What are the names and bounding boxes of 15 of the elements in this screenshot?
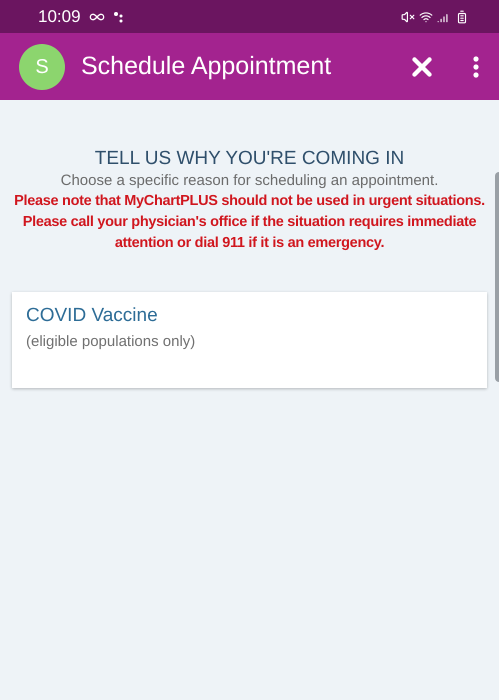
more-icon bbox=[473, 56, 479, 78]
screen-title: Schedule Appointment bbox=[81, 50, 332, 82]
status-time: 10:09 bbox=[38, 6, 81, 28]
warning-text: Please note that MyChartPLUS should not be used in urgent situations. Please call your physician's office if the situation requires immediate attention or dial 911 if it is an emergency. bbox=[13, 192, 486, 253]
section-heading: TELL US WHY YOU'RE COMING IN bbox=[94, 147, 404, 171]
dots-icon bbox=[112, 10, 123, 22]
more-button[interactable] bbox=[473, 56, 479, 78]
reason-title: COVID Vaccine bbox=[26, 304, 158, 328]
mute-icon bbox=[401, 10, 415, 24]
reason-card[interactable]: COVID Vaccine (eligible populations only) bbox=[12, 292, 487, 388]
scrollbar[interactable] bbox=[495, 172, 499, 382]
reason-subtitle: (eligible populations only) bbox=[26, 332, 196, 352]
instruction-text: Choose a specific reason for scheduling an appointment. bbox=[60, 171, 438, 191]
battery-icon bbox=[455, 10, 469, 24]
wifi-icon bbox=[419, 10, 433, 24]
